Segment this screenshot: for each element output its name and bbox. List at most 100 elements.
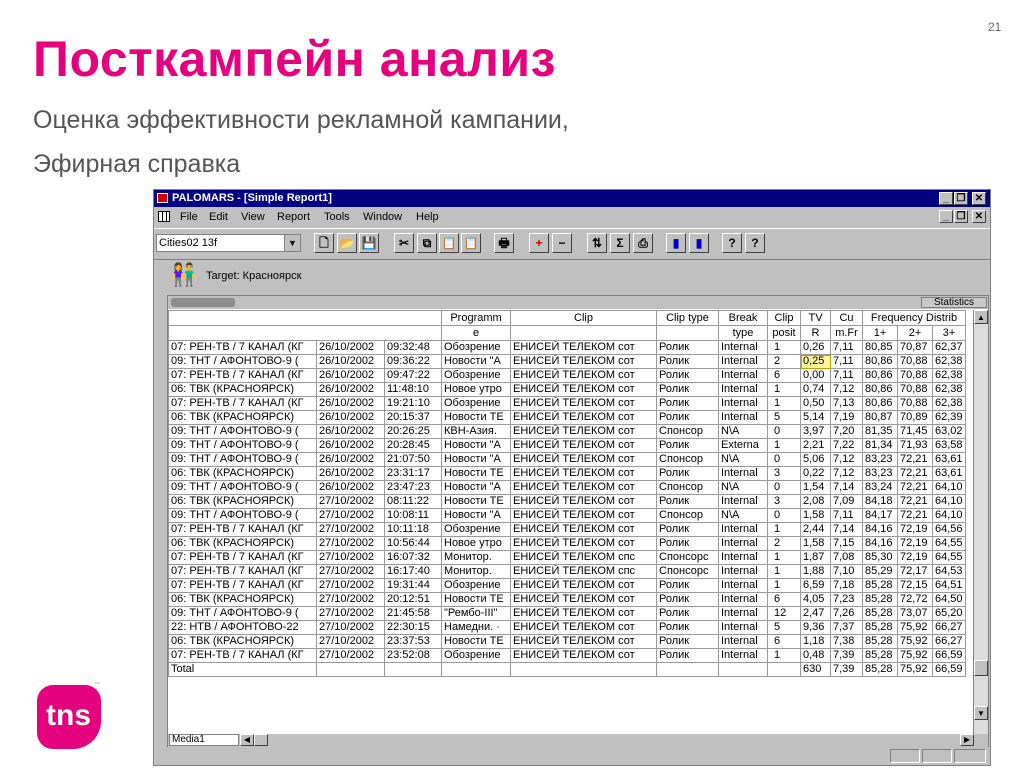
table-cell[interactable]: Спонсор <box>656 508 719 523</box>
table-cell[interactable]: 64,55 <box>932 536 966 551</box>
table-cell[interactable]: 83,23 <box>862 452 898 467</box>
table-cell[interactable]: Обозрение <box>441 578 511 593</box>
table-cell[interactable]: 0,22 <box>800 466 831 481</box>
table-cell[interactable]: 62,38 <box>932 396 966 411</box>
table-cell[interactable]: N\A <box>718 452 768 467</box>
table-cell[interactable]: 09: ТНТ / АФОНТОВО-9 ( <box>168 452 317 467</box>
menu-help[interactable]: Help <box>416 211 439 223</box>
table-cell[interactable]: Ролик <box>656 592 719 607</box>
table-cell[interactable]: Ролик <box>656 648 719 663</box>
table-cell[interactable]: Новости ТЕ <box>441 494 511 509</box>
table-cell[interactable]: ЕНИСЕЙ ТЕЛЕКОМ спс <box>510 550 657 565</box>
table-cell[interactable]: Internal <box>718 410 768 425</box>
table-row[interactable]: 07: РЕН-ТВ / 7 КАНАЛ (КГ 26/10/2002 09:32:… <box>168 340 966 355</box>
table-cell[interactable]: 5 <box>767 620 801 635</box>
table-cell[interactable]: 27/10/2002 <box>316 634 385 649</box>
new-document-icon[interactable]: 🗋 <box>314 233 334 253</box>
table-cell[interactable]: 2 <box>767 536 801 551</box>
menu-edit[interactable]: Edit <box>209 211 228 223</box>
table-cell[interactable]: 81,35 <box>862 424 898 439</box>
table-cell[interactable]: ЕНИСЕЙ ТЕЛЕКОМ сот <box>510 620 657 635</box>
table-cell[interactable]: 26/10/2002 <box>316 452 385 467</box>
table-cell[interactable]: 0 <box>767 508 801 523</box>
table-cell[interactable]: Internal <box>718 648 768 663</box>
table-cell[interactable]: 64,50 <box>932 592 966 607</box>
table-cell[interactable]: 09: ТНТ / АФОНТОВО-9 ( <box>168 508 317 523</box>
table-cell[interactable]: 75,92 <box>897 634 933 649</box>
table-cell[interactable]: 07: РЕН-ТВ / 7 КАНАЛ (КГ <box>168 522 317 537</box>
menu-file[interactable]: File <box>180 211 198 223</box>
paste-special-icon[interactable]: 📋 <box>461 233 481 253</box>
table-cell[interactable]: Намедни. · <box>441 620 511 635</box>
table-cell[interactable]: Ролик <box>656 522 719 537</box>
table-cell[interactable]: 7,08 <box>830 550 863 565</box>
table-cell[interactable]: 07: РЕН-ТВ / 7 КАНАЛ (КГ <box>168 340 317 355</box>
table-cell[interactable]: 0,26 <box>800 340 831 355</box>
total-cell[interactable] <box>656 662 719 677</box>
table-cell[interactable]: Internal <box>718 466 768 481</box>
table-cell[interactable]: 62,39 <box>932 410 966 425</box>
vertical-scrollbar[interactable]: ▲ ▼ <box>973 310 988 734</box>
scrollbar-thumb[interactable] <box>171 298 235 307</box>
document-grid-icon[interactable] <box>158 211 170 222</box>
total-cell[interactable] <box>767 662 801 677</box>
table-cell[interactable]: N\A <box>718 424 768 439</box>
table-cell[interactable]: 64,53 <box>932 564 966 579</box>
table-cell[interactable]: 65,20 <box>932 606 966 621</box>
table-cell[interactable]: Internal <box>718 536 768 551</box>
table-cell[interactable]: 27/10/2002 <box>316 550 385 565</box>
table-cell[interactable]: 26/10/2002 <box>316 480 385 495</box>
table-cell[interactable]: 20:15:37 <box>384 410 442 425</box>
table-cell[interactable]: 06: ТВК (КРАСНОЯРСК) <box>168 410 317 425</box>
table-cell[interactable]: 1,18 <box>800 634 831 649</box>
table-row[interactable]: 09: ТНТ / АФОНТОВО-9 (26/10/2002 20:28:45… <box>168 438 966 453</box>
table-cell[interactable]: 7,11 <box>830 508 863 523</box>
table-cell[interactable]: 26/10/2002 <box>316 382 385 397</box>
table-cell[interactable]: Новости ТЕ <box>441 410 511 425</box>
table-cell[interactable]: 06: ТВК (КРАСНОЯРСК) <box>168 634 317 649</box>
table-cell[interactable]: 1 <box>767 522 801 537</box>
table-cell[interactable]: Новое утро <box>441 536 511 551</box>
table-cell[interactable]: 27/10/2002 <box>316 536 385 551</box>
table-cell[interactable]: 09: ТНТ / АФОНТОВО-9 ( <box>168 480 317 495</box>
table-cell[interactable]: 85,28 <box>862 634 898 649</box>
table-cell[interactable]: 22:30:15 <box>384 620 442 635</box>
table-cell[interactable]: 5,06 <box>800 452 831 467</box>
table-cell[interactable]: ЕНИСЕЙ ТЕЛЕКОМ сот <box>510 354 657 369</box>
table-cell[interactable]: 3 <box>767 466 801 481</box>
table-cell[interactable]: 27/10/2002 <box>316 620 385 635</box>
table-cell[interactable]: 0,48 <box>800 648 831 663</box>
table-row[interactable]: 09: ТНТ / АФОНТОВО-9 (27/10/2002 21:45:58… <box>168 606 966 621</box>
table-row[interactable]: 06: ТВК (КРАСНОЯРСК) 27/10/2002 23:37:53 Но… <box>168 634 966 649</box>
table-cell[interactable]: Externa <box>718 438 768 453</box>
table-cell[interactable]: 72,21 <box>897 494 933 509</box>
table-cell[interactable]: 83,24 <box>862 480 898 495</box>
table-cell[interactable]: 1 <box>767 564 801 579</box>
table-row[interactable]: 06: ТВК (КРАСНОЯРСК) 27/10/2002 10:56:44 Но… <box>168 536 966 551</box>
table-cell[interactable]: 63,02 <box>932 424 966 439</box>
table-cell[interactable]: 66,59 <box>932 648 966 663</box>
table-cell[interactable]: 07: РЕН-ТВ / 7 КАНАЛ (КГ <box>168 550 317 565</box>
table-cell[interactable]: 6 <box>767 634 801 649</box>
table-cell[interactable]: 20:26:25 <box>384 424 442 439</box>
table-cell[interactable]: ЕНИСЕЙ ТЕЛЕКОМ сот <box>510 410 657 425</box>
table-cell[interactable]: 07: РЕН-ТВ / 7 КАНАЛ (КГ <box>168 648 317 663</box>
table-cell[interactable]: 7,22 <box>830 438 863 453</box>
table-cell[interactable]: 26/10/2002 <box>316 368 385 383</box>
table-cell[interactable]: Новости "А <box>441 438 511 453</box>
total-cell[interactable]: 75,92 <box>897 662 933 677</box>
table-cell[interactable]: 75,92 <box>897 620 933 635</box>
table-cell[interactable]: 7,39 <box>830 648 863 663</box>
table-cell[interactable]: 16:07:32 <box>384 550 442 565</box>
table-cell[interactable]: 23:37:53 <box>384 634 442 649</box>
table-cell[interactable]: Ролик <box>656 396 719 411</box>
table-cell[interactable]: 73,07 <box>897 606 933 621</box>
table-cell[interactable]: 6 <box>767 592 801 607</box>
table-cell[interactable]: 7,10 <box>830 564 863 579</box>
table-cell[interactable]: 1 <box>767 340 801 355</box>
table-cell[interactable]: ЕНИСЕЙ ТЕЛЕКОМ сот <box>510 536 657 551</box>
table-cell[interactable]: N\A <box>718 508 768 523</box>
total-cell[interactable]: 85,28 <box>862 662 898 677</box>
table-cell[interactable]: 7,11 <box>830 340 863 355</box>
table-cell[interactable]: Ролик <box>656 494 719 509</box>
